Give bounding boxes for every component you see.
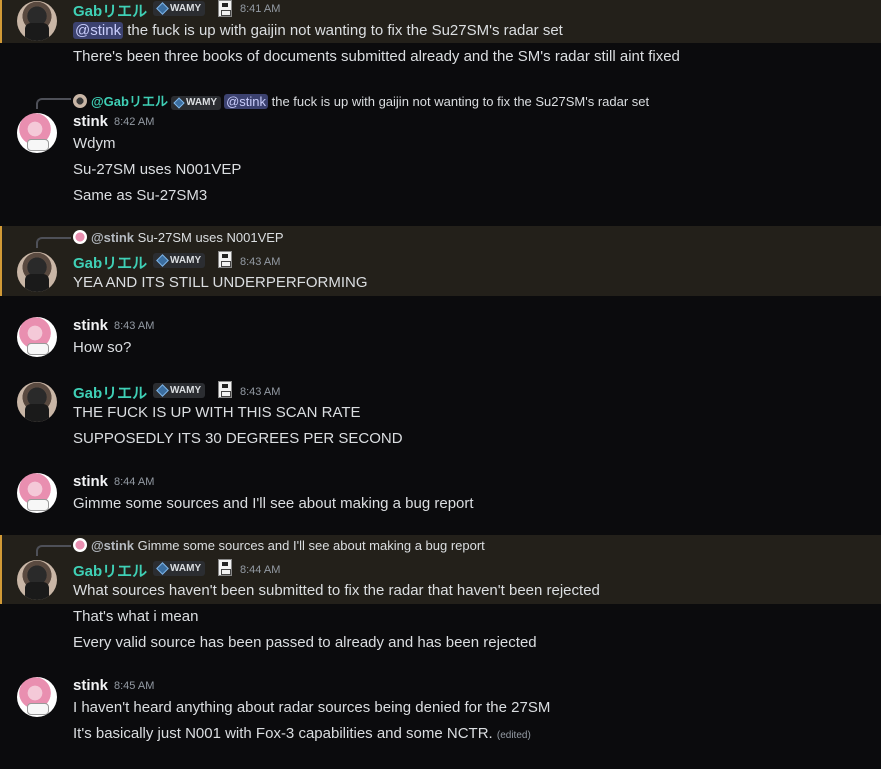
timestamp: 8:45 AM [114, 680, 155, 692]
role-badge-icon [218, 251, 232, 268]
reply-avatar [73, 94, 87, 108]
timestamp: 8:44 AM [240, 564, 281, 576]
role-badge-icon [218, 381, 232, 398]
username[interactable]: stink [73, 473, 108, 490]
timestamp: 8:44 AM [114, 476, 155, 488]
reply-text: the fuck is up with gaijin not wanting t… [268, 94, 650, 109]
message-text: Wdym [73, 135, 116, 152]
message-text: How so? [73, 339, 132, 356]
server-tag[interactable]: WAMY [153, 1, 206, 16]
message-text: YEA AND ITS STILL UNDERPERFORMING [73, 274, 368, 291]
role-badge-icon [218, 0, 232, 17]
message-text: There's been three books of documents su… [73, 48, 680, 65]
reply-avatar [73, 230, 87, 244]
timestamp: 8:43 AM [240, 256, 281, 268]
reply-preview[interactable]: @stink Gimme some sources and I'll see a… [73, 538, 485, 553]
message-text: What sources haven't been submitted to f… [73, 582, 600, 599]
server-tag: WAMY [170, 96, 222, 110]
message-text: Same as Su-27SM3 [73, 187, 208, 204]
message-text: Su-27SM uses N001VEP [73, 161, 242, 178]
server-tag[interactable]: WAMY [153, 561, 206, 576]
username[interactable]: Gabリエル [73, 252, 147, 273]
reply-author[interactable]: @stink [91, 230, 134, 245]
user-mention[interactable]: @stink [224, 94, 269, 109]
username[interactable]: Gabリエル [73, 382, 147, 403]
avatar[interactable] [17, 252, 57, 292]
avatar[interactable] [17, 560, 57, 600]
edited-label: (edited) [496, 730, 531, 741]
reply-preview[interactable]: @Gabリエル WAMY @stink the fuck is up with ga… [73, 91, 649, 110]
message-text: SUPPOSEDLY ITS 30 DEGREES PER SECOND [73, 430, 403, 447]
timestamp: 8:43 AM [240, 386, 281, 398]
username[interactable]: Gabリエル [73, 0, 147, 21]
reply-text: Su-27SM uses N001VEP [134, 230, 284, 245]
message-text: I haven't heard anything about radar sou… [73, 699, 551, 716]
reply-preview[interactable]: @stink Su-27SM uses N001VEP [73, 230, 284, 245]
reply-author[interactable]: @stink [91, 538, 134, 553]
reply-avatar [73, 538, 87, 552]
server-tag[interactable]: WAMY [153, 253, 206, 268]
user-mention[interactable]: @stink [73, 22, 124, 39]
message-text: That's what i mean [73, 608, 199, 625]
message-text: @stink the fuck is up with gaijin not wa… [73, 22, 563, 39]
avatar[interactable] [17, 473, 57, 513]
username[interactable]: Gabリエル [73, 560, 147, 581]
avatar[interactable] [17, 382, 57, 422]
username[interactable]: stink [73, 113, 108, 130]
message-text: Every valid source has been passed to al… [73, 634, 537, 651]
timestamp: 8:43 AM [114, 320, 155, 332]
reply-spine [36, 98, 71, 109]
server-tag[interactable]: WAMY [153, 383, 206, 398]
role-badge-icon [218, 559, 232, 576]
message-text: THE FUCK IS UP WITH THIS SCAN RATE [73, 404, 361, 421]
username[interactable]: stink [73, 677, 108, 694]
reply-text: Gimme some sources and I'll see about ma… [134, 538, 485, 553]
message-text: It's basically just N001 with Fox-3 capa… [73, 725, 531, 742]
message-text: Gimme some sources and I'll see about ma… [73, 495, 474, 512]
timestamp: 8:41 AM [240, 3, 281, 15]
avatar[interactable] [17, 677, 57, 717]
username[interactable]: stink [73, 317, 108, 334]
reply-spine [36, 237, 71, 248]
reply-spine [36, 545, 71, 556]
timestamp: 8:42 AM [114, 116, 155, 128]
avatar[interactable] [17, 317, 57, 357]
avatar[interactable] [17, 113, 57, 153]
avatar[interactable] [17, 1, 57, 41]
reply-author[interactable]: @Gabリエル [91, 94, 168, 109]
